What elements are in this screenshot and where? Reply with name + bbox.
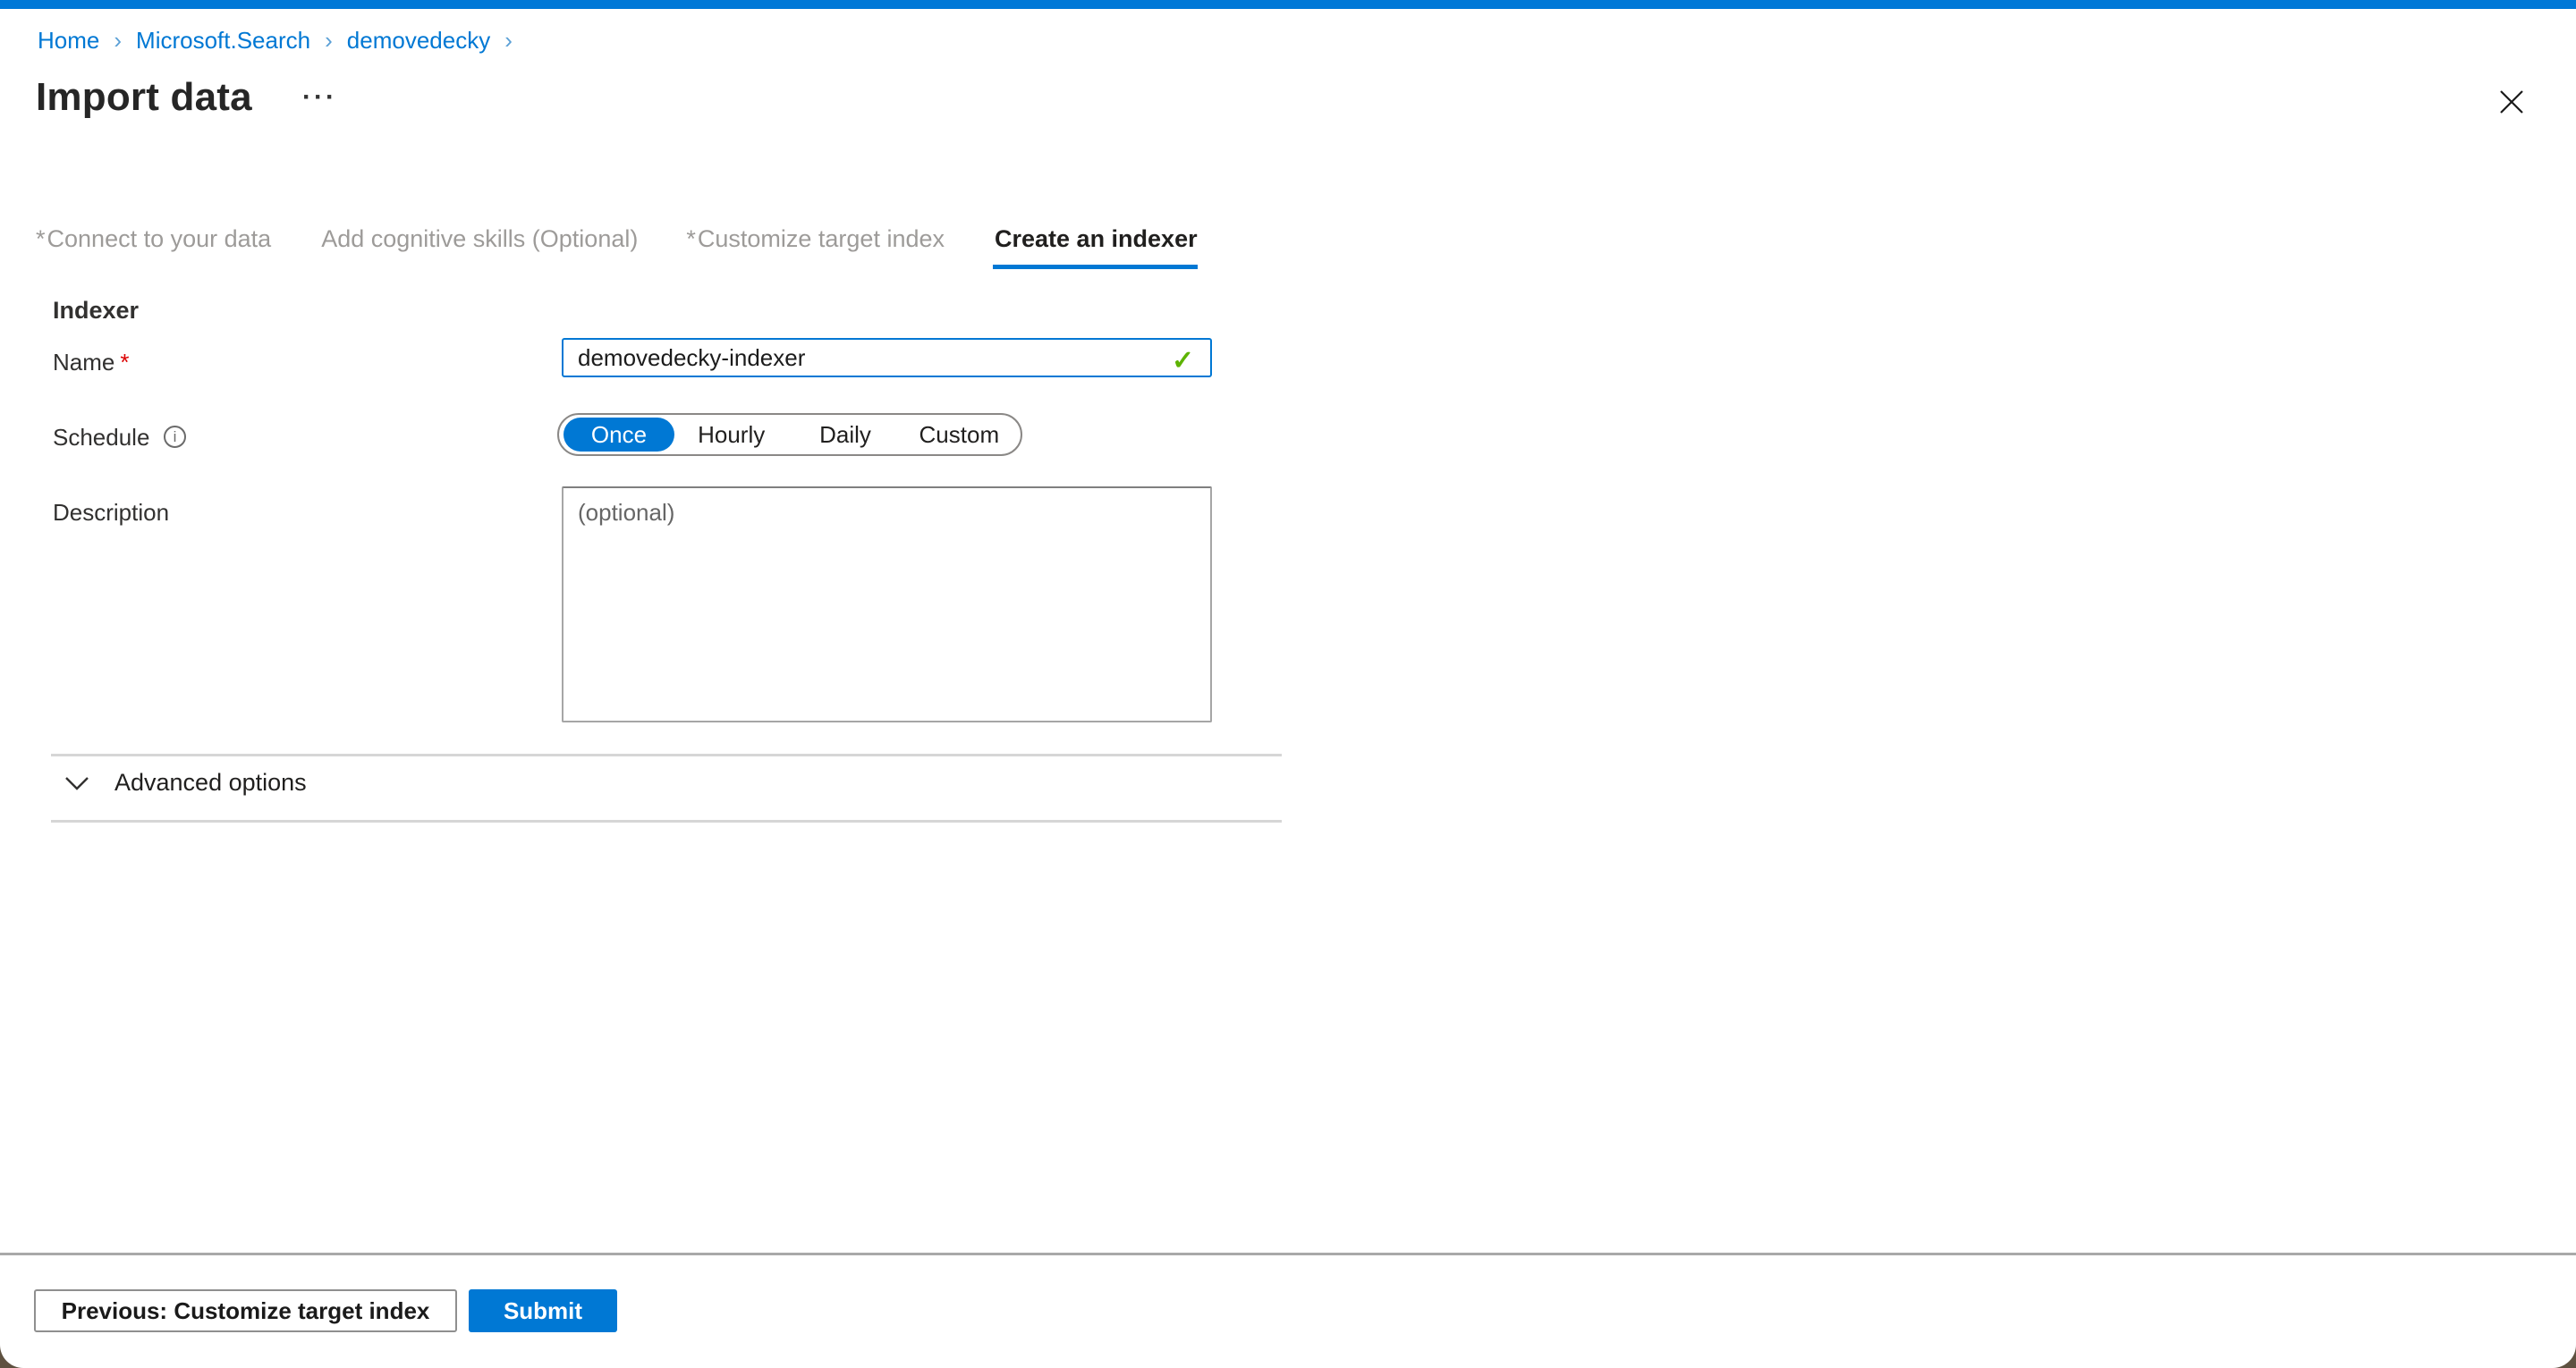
previous-step-button[interactable]: Previous: Customize target index xyxy=(34,1289,457,1332)
breadcrumb: Home › Microsoft.Search › demovedecky › xyxy=(38,27,514,55)
description-textarea[interactable] xyxy=(562,486,1212,722)
schedule-option-custom[interactable]: Custom xyxy=(902,418,1016,452)
tab-label: Connect to your data xyxy=(47,225,272,252)
name-label-text: Name xyxy=(53,349,114,376)
tab-add-cognitive-skills[interactable]: Add cognitive skills (Optional) xyxy=(319,225,638,269)
tab-label: Add cognitive skills (Optional) xyxy=(321,225,638,252)
tab-create-an-indexer[interactable]: Create an indexer xyxy=(993,225,1198,269)
breadcrumb-separator-icon: › xyxy=(503,27,514,55)
close-icon[interactable] xyxy=(2492,82,2531,122)
tab-customize-target-index[interactable]: *Customize target index xyxy=(686,225,945,269)
more-options-icon[interactable]: ··· xyxy=(302,82,337,113)
indexer-name-input[interactable] xyxy=(562,338,1212,377)
description-field-label: Description xyxy=(53,499,169,527)
schedule-segmented-control: Once Hourly Daily Custom xyxy=(557,413,1022,456)
breadcrumb-home-link[interactable]: Home xyxy=(38,27,99,55)
advanced-options-toggle[interactable]: Advanced options xyxy=(63,769,307,797)
divider xyxy=(51,754,1282,756)
tab-connect-to-your-data[interactable]: *Connect to your data xyxy=(36,225,271,269)
submit-button[interactable]: Submit xyxy=(469,1289,617,1332)
breadcrumb-microsoft-search-link[interactable]: Microsoft.Search xyxy=(136,27,310,55)
azure-top-bar xyxy=(0,0,2576,9)
schedule-option-once[interactable]: Once xyxy=(564,418,674,452)
divider xyxy=(51,820,1282,823)
footer-divider xyxy=(0,1253,2576,1255)
chevron-down-icon xyxy=(63,774,91,792)
required-asterisk: * xyxy=(120,349,129,376)
tab-required-marker: * xyxy=(686,225,696,252)
wizard-tabs: *Connect to your data Add cognitive skil… xyxy=(36,225,1198,269)
name-field-label: Name* xyxy=(53,349,129,376)
import-data-panel: Home › Microsoft.Search › demovedecky › … xyxy=(0,0,2576,1368)
tab-label: Create an indexer xyxy=(995,225,1198,252)
page-title: Import data xyxy=(36,75,252,120)
close-x-glyph xyxy=(2498,89,2525,115)
advanced-options-label: Advanced options xyxy=(114,769,307,797)
breadcrumb-separator-icon: › xyxy=(112,27,123,55)
tab-required-marker: * xyxy=(36,225,46,252)
validation-check-icon: ✓ xyxy=(1172,345,1194,376)
schedule-option-hourly[interactable]: Hourly xyxy=(674,418,788,452)
schedule-field-label: Schedule xyxy=(53,424,149,452)
info-icon[interactable]: i xyxy=(164,426,186,448)
schedule-option-daily[interactable]: Daily xyxy=(788,418,902,452)
breadcrumb-demovedecky-link[interactable]: demovedecky xyxy=(347,27,490,55)
tab-label: Customize target index xyxy=(698,225,945,252)
breadcrumb-separator-icon: › xyxy=(323,27,335,55)
indexer-section-title: Indexer xyxy=(53,297,139,325)
